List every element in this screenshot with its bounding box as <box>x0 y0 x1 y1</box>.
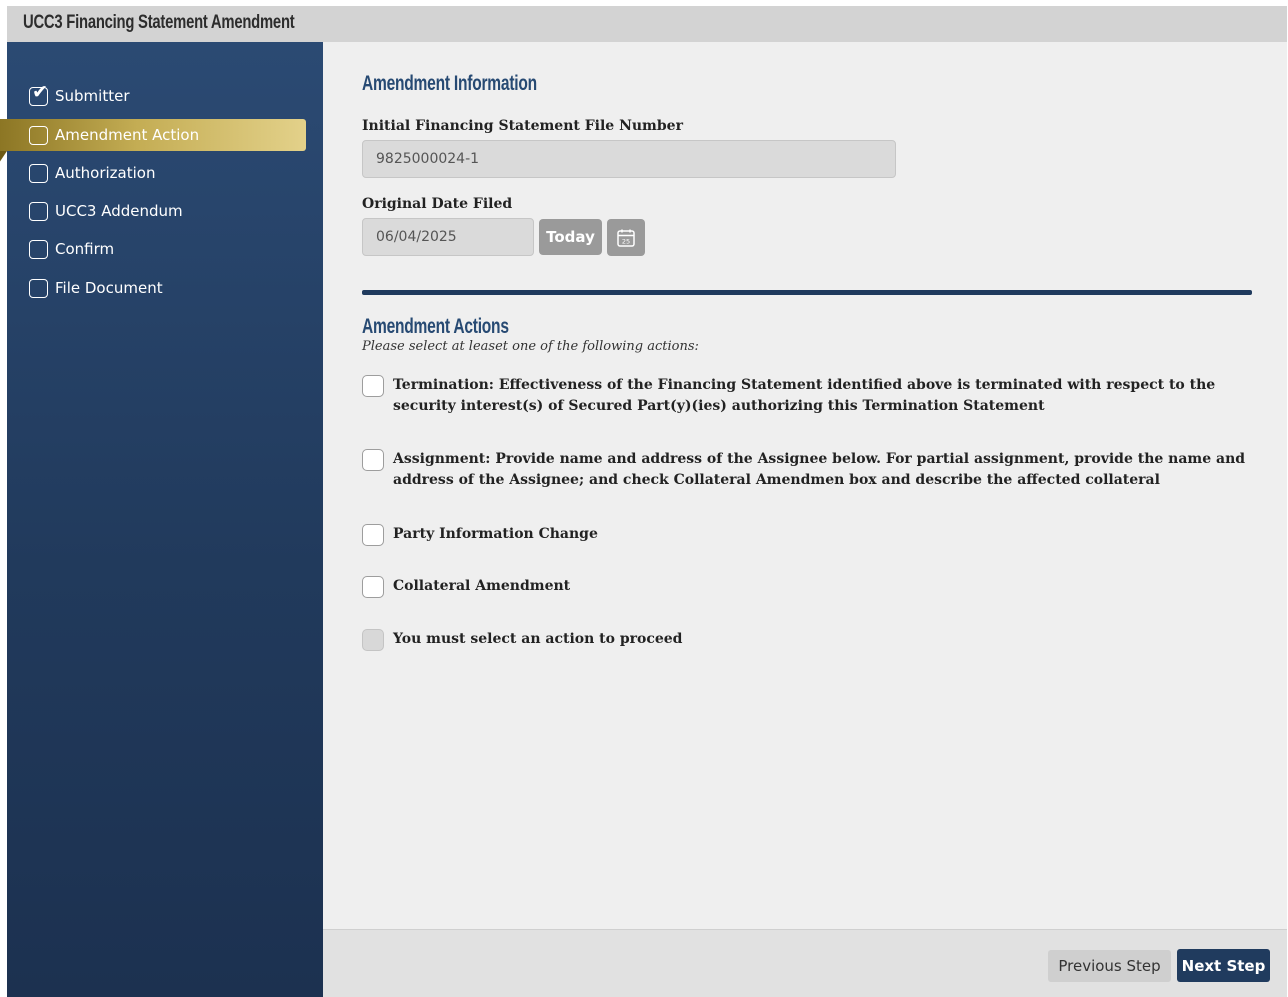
window-title: UCC3 Financing Statement Amendment <box>23 12 295 33</box>
file-number-label: Initial Financing Statement File Number <box>362 118 683 134</box>
validation-message: You must select an action to proceed <box>393 631 683 647</box>
collateral-amendment-checkbox[interactable] <box>362 576 384 598</box>
step-label: Authorization <box>55 164 156 182</box>
option-termination[interactable]: Termination: Effectiveness of the Financ… <box>362 375 1252 417</box>
step-amendment-action[interactable]: Amendment Action <box>0 119 306 163</box>
step-label: Confirm <box>55 240 115 258</box>
option-validation: You must select an action to proceed <box>362 629 1252 651</box>
step-checkbox <box>29 239 48 259</box>
step-checkbox <box>29 125 48 145</box>
step-file-document[interactable]: File Document <box>7 272 306 304</box>
option-label: Collateral Amendment <box>393 578 571 594</box>
step-checkbox <box>29 163 48 183</box>
step-ucc3-addendum[interactable]: UCC3 Addendum <box>7 195 306 227</box>
previous-step-button[interactable]: Previous Step <box>1048 950 1171 982</box>
step-checkbox <box>29 278 48 298</box>
option-label: Assignment: Provide name and address of … <box>393 451 1246 488</box>
actions-instruction: Please select at leaset one of the follo… <box>362 339 699 354</box>
date-filed-field[interactable]: 06/04/2025 <box>362 218 534 256</box>
step-checkbox <box>29 201 48 221</box>
amendment-actions-heading: Amendment Actions <box>362 315 509 338</box>
check-icon: ✔ <box>32 80 48 103</box>
date-filed-label: Original Date Filed <box>362 196 513 212</box>
section-divider <box>362 290 1252 295</box>
step-confirm[interactable]: Confirm <box>7 233 306 265</box>
calendar-button[interactable]: 25 <box>607 219 645 256</box>
next-step-button[interactable]: Next Step <box>1177 949 1270 982</box>
calendar-icon: 25 <box>617 229 635 247</box>
wizard-sidebar: ✔ Submitter Amendment Action Authorizati… <box>0 42 323 997</box>
step-label: Amendment Action <box>55 126 200 144</box>
title-bar: UCC3 Financing Statement Amendment <box>7 6 1287 42</box>
assignment-checkbox[interactable] <box>362 449 384 471</box>
option-label: Party Information Change <box>393 526 598 542</box>
today-button[interactable]: Today <box>539 219 602 255</box>
main-content: Amendment Information Initial Financing … <box>323 42 1287 930</box>
file-number-field[interactable]: 9825000024-1 <box>362 140 896 178</box>
step-authorization[interactable]: Authorization <box>7 157 306 189</box>
termination-checkbox[interactable] <box>362 375 384 397</box>
step-label: Submitter <box>55 87 130 105</box>
option-party-information-change[interactable]: Party Information Change <box>362 524 1252 546</box>
party-information-checkbox[interactable] <box>362 524 384 546</box>
option-label: Termination: Effectiveness of the Financ… <box>393 377 1216 414</box>
svg-text:25: 25 <box>622 237 630 245</box>
wizard-footer: Previous Step Next Step <box>323 929 1287 997</box>
validation-checkbox <box>362 629 384 651</box>
step-label: UCC3 Addendum <box>55 202 183 220</box>
amendment-information-heading: Amendment Information <box>362 72 537 95</box>
step-submitter[interactable]: ✔ Submitter <box>7 80 306 112</box>
option-assignment[interactable]: Assignment: Provide name and address of … <box>362 449 1252 491</box>
ucc3-window: UCC3 Financing Statement Amendment ✔ Sub… <box>0 6 1287 997</box>
step-checkbox: ✔ <box>29 81 48 106</box>
option-collateral-amendment[interactable]: Collateral Amendment <box>362 576 1252 598</box>
step-label: File Document <box>55 279 163 297</box>
